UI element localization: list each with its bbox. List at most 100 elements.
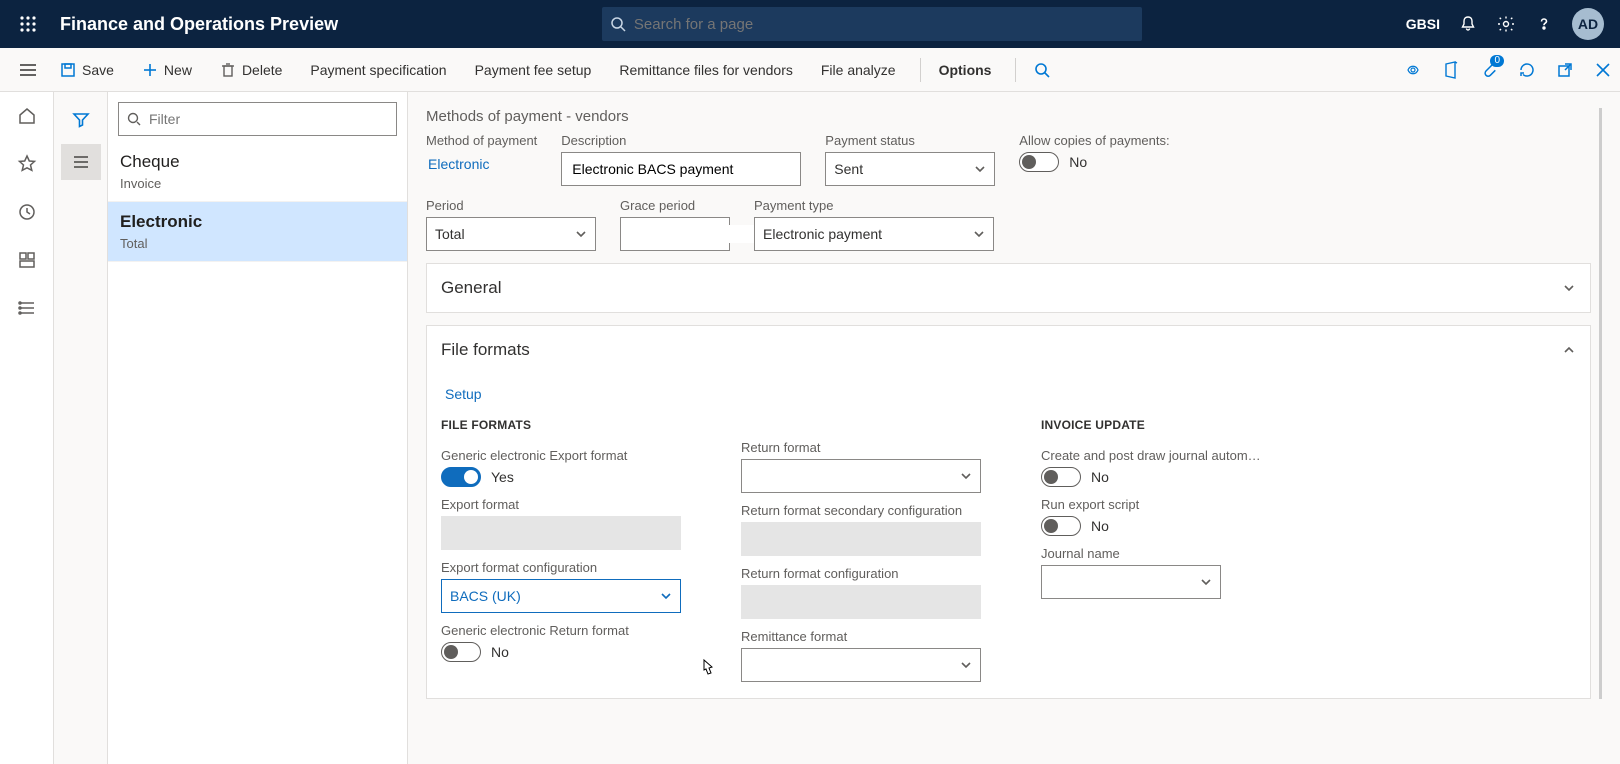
gear-icon[interactable] xyxy=(1496,14,1516,34)
help-icon[interactable] xyxy=(1534,14,1554,34)
return-secondary-label: Return format secondary configuration xyxy=(741,503,981,518)
popout-icon[interactable] xyxy=(1556,61,1574,79)
remittance-files-button[interactable]: Remittance files for vendors xyxy=(615,58,797,82)
new-label: New xyxy=(164,62,192,78)
file-formats-header[interactable]: File formats xyxy=(427,326,1590,374)
chevron-down-icon xyxy=(575,228,587,240)
return-format-select[interactable] xyxy=(741,459,981,493)
shell-bar: Finance and Operations Preview GBSI AD xyxy=(0,0,1620,48)
action-bar: Save New Delete Payment specification Pa… xyxy=(0,48,1620,92)
delete-label: Delete xyxy=(242,62,282,78)
list-filter[interactable] xyxy=(118,102,397,136)
plus-icon xyxy=(142,62,158,78)
nav-toggle-icon[interactable] xyxy=(8,50,48,90)
create-post-toggle[interactable] xyxy=(1041,467,1081,487)
module-rail xyxy=(0,92,54,764)
general-header[interactable]: General xyxy=(427,264,1590,312)
generic-return-toggle[interactable] xyxy=(441,642,481,662)
chevron-down-icon xyxy=(974,163,986,175)
home-icon[interactable] xyxy=(7,96,47,136)
delete-button[interactable]: Delete xyxy=(216,58,286,82)
chevron-up-icon xyxy=(1562,343,1576,357)
global-search-input[interactable] xyxy=(632,15,1134,34)
attachments-badge: 0 xyxy=(1490,55,1504,67)
filter-rail xyxy=(54,92,108,764)
export-format-input xyxy=(441,516,681,550)
setup-link[interactable]: Setup xyxy=(445,386,482,402)
list-item-sub: Total xyxy=(120,236,395,251)
new-button[interactable]: New xyxy=(138,58,196,82)
file-formats-section: File formats Setup FILE FORMATS Generic … xyxy=(426,325,1591,699)
run-export-toggle[interactable] xyxy=(1041,516,1081,536)
period-select[interactable]: Total xyxy=(426,217,596,251)
global-search[interactable] xyxy=(602,7,1142,41)
create-post-value: No xyxy=(1091,469,1109,485)
trash-icon xyxy=(220,62,236,78)
action-bar-right: 0 xyxy=(1404,61,1612,79)
action-search-button[interactable] xyxy=(1015,58,1054,82)
list-filter-input[interactable] xyxy=(147,110,388,128)
office-icon[interactable] xyxy=(1442,61,1460,79)
remittance-format-select[interactable] xyxy=(741,648,981,682)
general-section: General xyxy=(426,263,1591,313)
allow-copies-value: No xyxy=(1069,154,1087,170)
generic-return-label: Generic electronic Return format xyxy=(441,623,681,638)
close-icon[interactable] xyxy=(1594,61,1612,79)
chevron-down-icon xyxy=(973,228,985,240)
detail-pane: Methods of payment - vendors Method of p… xyxy=(408,92,1620,764)
method-of-payment-value[interactable]: Electronic xyxy=(426,152,537,176)
allow-copies-toggle[interactable] xyxy=(1019,152,1059,172)
list-item-cheque[interactable]: Cheque Invoice xyxy=(108,142,407,202)
generic-export-label: Generic electronic Export format xyxy=(441,448,681,463)
list-item-sub: Invoice xyxy=(120,176,395,191)
return-config-input xyxy=(741,585,981,619)
payment-status-select[interactable]: Sent xyxy=(825,152,995,186)
grace-period-label: Grace period xyxy=(620,198,730,213)
payment-specification-button[interactable]: Payment specification xyxy=(306,58,450,82)
refresh-icon[interactable] xyxy=(1518,61,1536,79)
chevron-down-icon xyxy=(960,470,972,482)
copilot-icon[interactable] xyxy=(1404,61,1422,79)
favorites-icon[interactable] xyxy=(7,144,47,184)
file-analyze-button[interactable]: File analyze xyxy=(817,58,900,82)
generic-export-value: Yes xyxy=(491,469,514,485)
list-pane: Cheque Invoice Electronic Total xyxy=(108,92,408,764)
save-button[interactable]: Save xyxy=(56,58,118,82)
period-label: Period xyxy=(426,198,596,213)
attachments-icon[interactable]: 0 xyxy=(1480,61,1498,79)
options-button[interactable]: Options xyxy=(920,58,996,82)
list-view-icon[interactable] xyxy=(61,144,101,180)
list-item-title: Cheque xyxy=(120,152,395,172)
payment-type-select[interactable]: Electronic payment xyxy=(754,217,994,251)
grace-period-input[interactable] xyxy=(620,217,730,251)
description-input[interactable] xyxy=(561,152,801,186)
return-config-label: Return format configuration xyxy=(741,566,981,581)
journal-name-select[interactable] xyxy=(1041,565,1221,599)
export-config-select[interactable]: BACS (UK) xyxy=(441,579,681,613)
modules-icon[interactable] xyxy=(7,288,47,328)
list-item-electronic[interactable]: Electronic Total xyxy=(108,202,407,262)
run-export-value: No xyxy=(1091,518,1109,534)
list-item-title: Electronic xyxy=(120,212,395,232)
create-post-label: Create and post draw journal autom… xyxy=(1041,448,1281,463)
avatar[interactable]: AD xyxy=(1572,8,1604,40)
generic-export-toggle[interactable] xyxy=(441,467,481,487)
search-icon xyxy=(127,112,141,126)
chevron-down-icon xyxy=(1200,576,1212,588)
bell-icon[interactable] xyxy=(1458,14,1478,34)
chevron-down-icon xyxy=(960,659,972,671)
recent-icon[interactable] xyxy=(7,192,47,232)
save-label: Save xyxy=(82,62,114,78)
workspaces-icon[interactable] xyxy=(7,240,47,280)
run-export-label: Run export script xyxy=(1041,497,1281,512)
invoice-update-subheader: INVOICE UPDATE xyxy=(1041,418,1281,432)
app-launcher-icon[interactable] xyxy=(8,4,48,44)
file-formats-subheader: FILE FORMATS xyxy=(441,418,681,432)
payment-status-label: Payment status xyxy=(825,133,995,148)
payment-fee-setup-button[interactable]: Payment fee setup xyxy=(471,58,596,82)
description-label: Description xyxy=(561,133,801,148)
remittance-format-label: Remittance format xyxy=(741,629,981,644)
filter-icon[interactable] xyxy=(61,102,101,138)
company-label[interactable]: GBSI xyxy=(1406,16,1440,32)
journal-name-label: Journal name xyxy=(1041,546,1281,561)
